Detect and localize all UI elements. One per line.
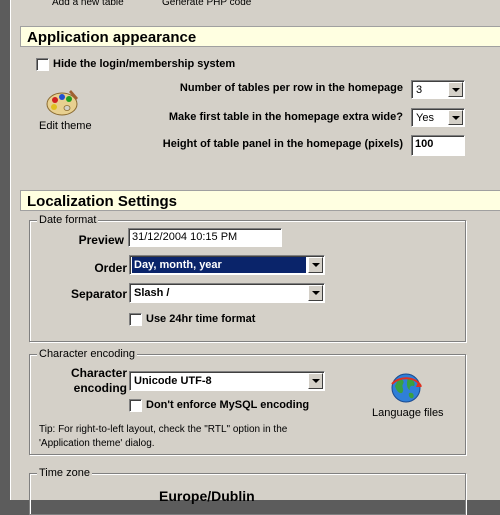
tables-per-row-label: Number of tables per row in the homepage [179, 82, 403, 94]
tip-line1: Tip: For right-to-left layout, check the… [39, 424, 288, 435]
chevron-down-icon[interactable] [448, 110, 463, 125]
separator-value: Slash / [134, 287, 170, 299]
preview-label: Preview [78, 233, 124, 247]
chevron-down-icon[interactable] [308, 285, 323, 301]
hide-login-label: Hide the login/membership system [53, 58, 236, 70]
encoding-label-line1: Character [70, 366, 127, 380]
tip-line2: 'Application theme' dialog. [39, 438, 155, 449]
first-wide-select[interactable]: Yes [411, 108, 465, 127]
section-header-appearance: Application appearance [20, 26, 500, 47]
order-select[interactable]: Day, month, year [129, 255, 325, 275]
tables-per-row-select[interactable]: 3 [411, 80, 465, 99]
first-wide-value: Yes [416, 112, 434, 124]
chevron-down-icon[interactable] [448, 82, 463, 97]
hide-login-checkbox[interactable] [36, 58, 49, 71]
add-table-link[interactable]: Add a new table [52, 0, 124, 8]
preview-field: 31/12/2004 10:15 PM [128, 228, 282, 247]
chevron-down-icon[interactable] [308, 257, 323, 273]
edit-theme-label[interactable]: Edit theme [39, 120, 92, 132]
order-value: Day, month, year [132, 257, 306, 273]
dont-enforce-checkbox[interactable] [129, 399, 142, 412]
tables-per-row-value: 3 [416, 84, 423, 96]
settings-panel: Add a new table Generate PHP code Applic… [10, 0, 500, 515]
encoding-select[interactable]: Unicode UTF-8 [129, 371, 325, 391]
use24-label: Use 24hr time format [146, 313, 256, 325]
date-format-legend: Date format [37, 214, 99, 226]
palette-icon[interactable] [45, 88, 81, 118]
first-wide-label: Make first table in the homepage extra w… [168, 111, 403, 123]
chevron-down-icon[interactable] [308, 373, 323, 389]
section-header-localization: Localization Settings [20, 190, 500, 211]
generate-php-link[interactable]: Generate PHP code [162, 0, 251, 8]
encoding-legend: Character encoding [37, 348, 138, 360]
encoding-value: Unicode UTF-8 [134, 375, 212, 387]
panel-height-input[interactable]: 100 [411, 135, 465, 156]
order-label: Order [94, 261, 127, 275]
timezone-value[interactable]: Europe/Dublin [159, 488, 255, 504]
globe-icon[interactable] [389, 372, 423, 404]
use24-checkbox[interactable] [129, 313, 142, 326]
timezone-legend: Time zone [37, 467, 92, 479]
encoding-label-line2: encoding [73, 381, 127, 395]
language-files-label[interactable]: Language files [372, 407, 444, 419]
panel-height-label: Height of table panel in the homepage (p… [162, 138, 403, 150]
dont-enforce-label: Don't enforce MySQL encoding [146, 399, 310, 411]
separator-select[interactable]: Slash / [129, 283, 325, 303]
separator-label: Separator [70, 287, 127, 301]
